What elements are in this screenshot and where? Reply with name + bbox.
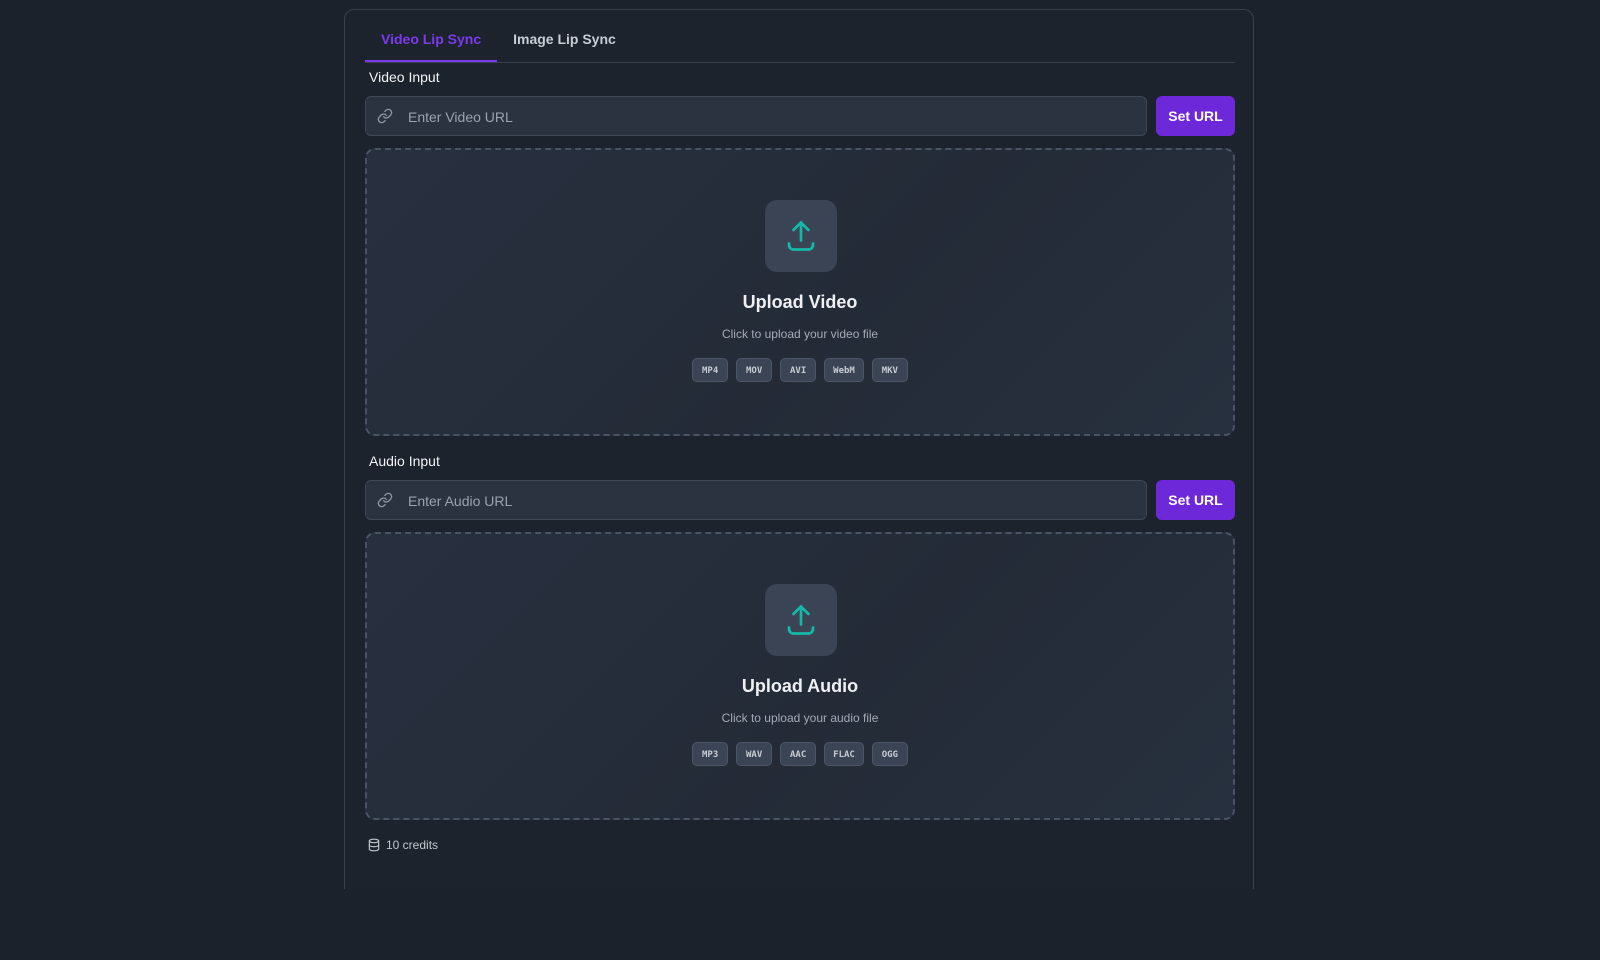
audio-input-label: Audio Input: [369, 453, 440, 469]
tab-image-lip-sync[interactable]: Image Lip Sync: [497, 24, 632, 62]
video-set-url-button[interactable]: Set URL: [1156, 96, 1235, 136]
format-badge-avi: AVI: [780, 358, 817, 382]
format-badge-aac: AAC: [780, 742, 817, 766]
audio-upload-dropzone[interactable]: Upload Audio Click to upload your audio …: [365, 532, 1235, 820]
video-format-list: MP4 MOV AVI WebM MKV: [367, 358, 1233, 382]
format-badge-mov: MOV: [736, 358, 773, 382]
video-input-label: Video Input: [369, 69, 440, 85]
audio-upload-icon-box: [765, 584, 837, 656]
link-icon: [377, 108, 393, 124]
format-badge-mkv: MKV: [871, 358, 908, 382]
audio-upload-title: Upload Audio: [741, 676, 859, 696]
video-upload-title: Upload Video: [742, 292, 858, 312]
upload-icon: [787, 221, 815, 251]
video-upload-dropzone[interactable]: Upload Video Click to upload your video …: [365, 148, 1235, 436]
format-badge-ogg: OGG: [871, 742, 908, 766]
video-upload-subtitle: Click to upload your video file: [721, 327, 879, 341]
credits-label: 10 credits: [386, 838, 439, 852]
format-badge-wav: WAV: [736, 742, 773, 766]
lip-sync-panel: Video Lip Sync Image Lip Sync Video Inpu…: [344, 9, 1254, 889]
video-url-input[interactable]: [406, 97, 1140, 137]
format-badge-flac: FLAC: [824, 742, 864, 766]
audio-set-url-button[interactable]: Set URL: [1156, 480, 1235, 520]
audio-upload-subtitle: Click to upload your audio file: [721, 711, 879, 725]
credits-indicator: 10 credits: [367, 838, 438, 852]
audio-format-list: MP3 WAV AAC FLAC OGG: [367, 742, 1233, 766]
tab-video-lip-sync[interactable]: Video Lip Sync: [365, 24, 498, 62]
format-badge-webm: WebM: [824, 358, 864, 382]
coins-icon: [368, 838, 380, 852]
format-badge-mp3: MP3: [692, 742, 729, 766]
audio-url-row: Set URL: [365, 480, 1235, 521]
video-upload-icon-box: [765, 200, 837, 272]
video-url-row: Set URL: [365, 96, 1235, 137]
tab-bar: Video Lip Sync Image Lip Sync: [365, 24, 1235, 63]
audio-url-field: [365, 480, 1147, 521]
video-url-field: [365, 96, 1147, 137]
link-icon: [377, 492, 393, 508]
upload-icon: [787, 605, 815, 635]
audio-url-input[interactable]: [406, 481, 1140, 521]
format-badge-mp4: MP4: [692, 358, 729, 382]
